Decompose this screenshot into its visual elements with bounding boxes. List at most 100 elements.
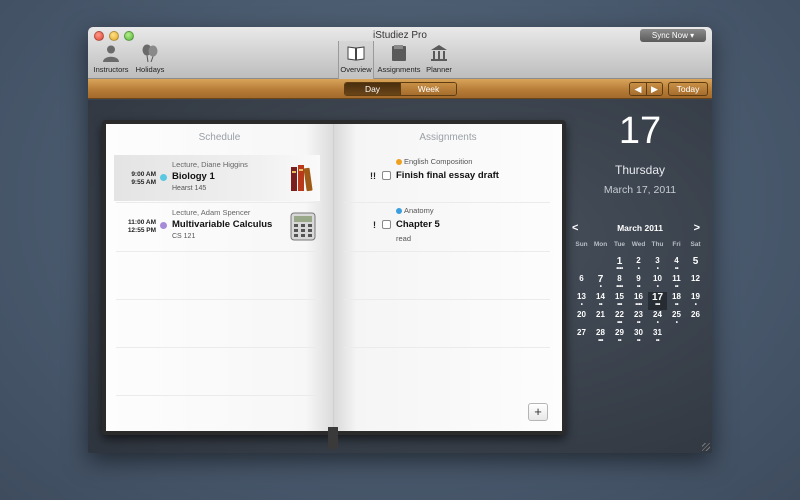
calendar-day[interactable]: 26	[686, 310, 705, 328]
divider	[116, 347, 321, 348]
sync-now-button[interactable]: Sync Now ▾	[640, 29, 706, 42]
calendar-day-number: 25	[672, 310, 681, 319]
calendar-day[interactable]: 12	[686, 274, 705, 292]
event-dots: ••	[674, 302, 679, 308]
view-switcher: Day Week	[344, 82, 457, 96]
calendar-day-number: 13	[577, 292, 586, 301]
toolbar-holidays[interactable]: Holidays	[132, 43, 168, 74]
schedule-item[interactable]: 11:00 AM 12:55 PM Lecture, Adam Spencer …	[114, 203, 320, 249]
calendar-day[interactable]: 8 ••••	[610, 274, 629, 292]
next-month-button[interactable]: >	[694, 222, 700, 234]
event-dots: •	[580, 302, 583, 308]
calendar-day[interactable]: 27	[572, 328, 591, 346]
calendar-day[interactable]: 20	[572, 310, 591, 328]
priority-marker: !!	[370, 171, 376, 181]
end-time: 12:55 PM	[127, 227, 156, 234]
calendar-day[interactable]: 23 ••	[629, 310, 648, 328]
next-day-button[interactable]: ▶	[646, 83, 662, 95]
assignment-item[interactable]: !! English Composition Finish final essa…	[364, 154, 544, 202]
event-dots: •	[694, 302, 697, 308]
day-view-button[interactable]: Day	[345, 83, 400, 95]
calendar-day[interactable]: 21	[591, 310, 610, 328]
course-color-dot	[160, 222, 167, 229]
calendar-day[interactable]: 18 ••	[667, 292, 686, 310]
toolbar-label: Overview	[340, 65, 372, 74]
event-dots: •••	[598, 338, 603, 344]
calendar-day[interactable]: 22 •••	[610, 310, 629, 328]
event-dots: •••	[617, 320, 622, 326]
calendar-day[interactable]: 1 ••••	[610, 256, 629, 274]
calendar-day[interactable]: 6	[572, 274, 591, 292]
calendar-day-number: 26	[691, 310, 700, 319]
event-dots: ••	[636, 284, 641, 290]
calendar-day-number: 16	[634, 292, 643, 301]
calendar-day[interactable]: 17 •••	[648, 292, 667, 310]
mini-calendar-grid: 1 •••• 2 • 3 • 4 •• 5 6 7 • 8 •••• 9 •• 10 • 11 •• 12 13 • 14 ••…	[572, 256, 705, 346]
toolbar-label: Holidays	[135, 65, 165, 74]
calendar-day-number: 2	[636, 256, 641, 265]
calendar-day[interactable]: 13 •	[572, 292, 591, 310]
resize-grip[interactable]	[702, 443, 710, 451]
calendar-day[interactable]: 11 ••	[667, 274, 686, 292]
calendar-day[interactable]: 29 ••	[610, 328, 629, 346]
event-dots: ••	[636, 338, 641, 344]
toolbar-overview[interactable]: Overview	[338, 41, 374, 79]
calendar-day[interactable]: 9 ••	[629, 274, 648, 292]
calendar-empty-cell	[591, 256, 610, 274]
toolbar-assignments[interactable]: Assignments	[376, 43, 422, 74]
toolbar-planner[interactable]: Planner	[424, 43, 454, 74]
start-time: 9:00 AM	[131, 171, 156, 178]
calendar-day-number: 3	[655, 256, 660, 265]
start-time: 11:00 AM	[128, 219, 156, 226]
calendar-day[interactable]: 14 ••	[591, 292, 610, 310]
full-date: March 17, 2011	[603, 184, 677, 196]
calendar-day[interactable]: 30 ••	[629, 328, 648, 346]
weekday-header: Sat	[690, 241, 701, 248]
books-icon	[291, 165, 313, 192]
calendar-day[interactable]: 7 •	[591, 274, 610, 292]
weekday-header: Sun	[575, 241, 588, 248]
toolbar-label: Instructors	[93, 65, 129, 74]
toolbar-label: Planner	[426, 65, 452, 74]
priority-marker: !	[373, 220, 376, 230]
calendar-day[interactable]: 31 ••	[648, 328, 667, 346]
complete-checkbox[interactable]	[382, 220, 391, 229]
weekday-header: Thu	[651, 241, 664, 248]
calendar-day[interactable]: 3 •	[648, 256, 667, 274]
event-dots: •	[675, 320, 678, 326]
complete-checkbox[interactable]	[382, 171, 391, 180]
arrow-right-icon: ▶	[651, 84, 658, 94]
prev-day-button[interactable]: ◀	[630, 83, 646, 95]
calendar-day[interactable]: 4 ••	[667, 256, 686, 274]
calendar-day[interactable]: 5	[686, 256, 705, 274]
calendar-day-number: 29	[615, 328, 624, 337]
calendar-day[interactable]: 25 •	[667, 310, 686, 328]
weekday-header: Wed	[631, 241, 646, 248]
event-dots: ••	[636, 320, 641, 326]
window-title: iStudiez Pro	[373, 30, 427, 41]
calendar-day[interactable]: 10 •	[648, 274, 667, 292]
calendar-day-number: 24	[653, 310, 662, 319]
class-kind: Lecture, Adam Spencer	[172, 208, 251, 217]
calendar-day-number: 12	[691, 274, 700, 283]
today-button[interactable]: Today	[668, 82, 708, 96]
event-dots: •••	[617, 302, 622, 308]
week-view-button[interactable]: Week	[400, 83, 456, 95]
calendar-day[interactable]: 15 •••	[610, 292, 629, 310]
schedule-item[interactable]: 9:00 AM 9:55 AM Lecture, Diane Higgins B…	[114, 155, 320, 201]
class-name: Multivariable Calculus	[172, 219, 273, 230]
calendar-empty-cell	[572, 256, 591, 274]
add-assignment-button[interactable]: +	[528, 403, 548, 421]
weekday-headers: Sun Mon Tue Wed Thu Fri Sat	[572, 241, 705, 248]
calendar-day-number: 11	[672, 274, 681, 283]
calendar-day-number: 15	[615, 292, 624, 301]
calendar-day[interactable]: 28 •••	[591, 328, 610, 346]
calendar-day[interactable]: 16 ••••	[629, 292, 648, 310]
calendar-day-number: 27	[577, 328, 586, 337]
toolbar-instructors[interactable]: Instructors	[92, 43, 130, 74]
calendar-day[interactable]: 19 •	[686, 292, 705, 310]
calendar-day[interactable]: 2 •	[629, 256, 648, 274]
calendar-day[interactable]: 24 •	[648, 310, 667, 328]
calendar-empty-cell	[686, 328, 705, 346]
assignment-item[interactable]: ! Anatomy Chapter 5 read	[364, 203, 544, 251]
